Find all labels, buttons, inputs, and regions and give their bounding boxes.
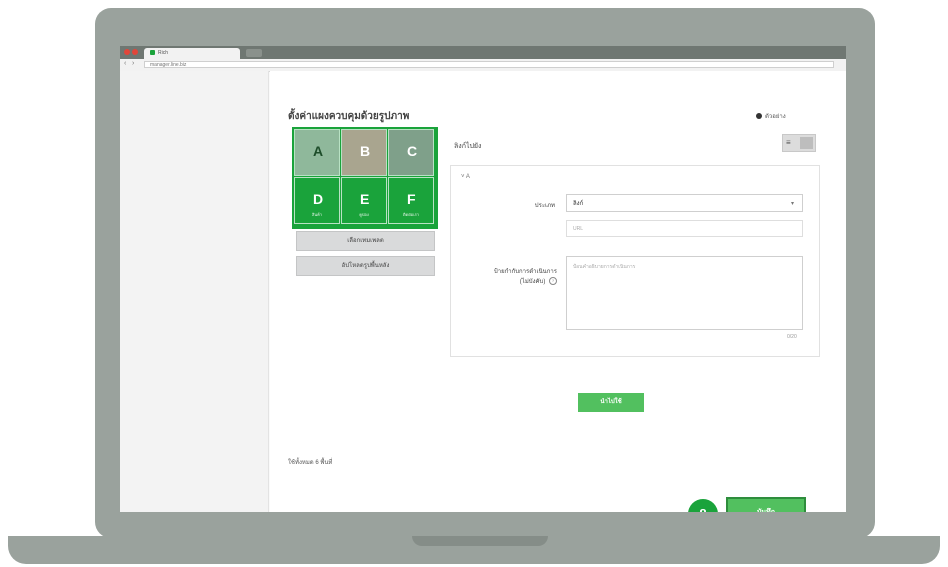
- browser-tab-title: Rich: [158, 50, 169, 56]
- browser-tabbar: Rich: [120, 46, 846, 59]
- grid-cell-c[interactable]: C: [388, 129, 434, 176]
- area-label: A: [465, 174, 470, 180]
- list-view-icon[interactable]: ≡: [786, 138, 798, 148]
- type-select-value: ลิงก์: [573, 201, 584, 207]
- cell-caption: ติดต่อเรา: [403, 212, 419, 217]
- char-counter: 0/20: [787, 334, 797, 340]
- url-field[interactable]: URL: [566, 220, 803, 237]
- close-window-icon[interactable]: [124, 49, 130, 55]
- new-tab-button[interactable]: [246, 49, 262, 57]
- chevron-down-icon: ▾: [790, 201, 794, 207]
- url-input[interactable]: manager.line.biz: [144, 61, 834, 68]
- grid-cell-d[interactable]: D สินค้า: [294, 177, 340, 224]
- select-template-button[interactable]: เลือกเทมเพลต: [296, 231, 435, 251]
- collapse-toggle[interactable]: ˅ A: [461, 174, 470, 180]
- cell-letter: E: [360, 191, 370, 207]
- cell-caption: คูปอง: [359, 212, 369, 217]
- help-icon[interactable]: ?: [549, 277, 557, 286]
- template-grid[interactable]: A B C D สินค้า E คูปอง F ติดต่อเรา: [292, 127, 438, 229]
- action-label-optional: (ไม่บังคับ): [519, 279, 546, 285]
- laptop-notch: [412, 536, 548, 546]
- save-button[interactable]: บันทึก: [726, 497, 806, 512]
- apply-button[interactable]: นำไปใช้: [578, 393, 644, 412]
- grid-cell-a[interactable]: A: [294, 129, 340, 176]
- action-label: ป้ายกำกับการดำเนินการ: [493, 269, 557, 275]
- grid-cell-e[interactable]: E คูปอง: [341, 177, 387, 224]
- minimize-window-icon[interactable]: [132, 49, 138, 55]
- forward-icon[interactable]: ›: [132, 60, 134, 67]
- preview-radio-label: ตัวอย่าง: [765, 114, 786, 120]
- action-label-textarea[interactable]: ป้อนคำอธิบายการดำเนินการ: [566, 256, 803, 330]
- action-label-text: ป้ายกำกับการดำเนินการ (ไม่บังคับ) ?: [461, 266, 557, 286]
- page-title: ตั้งค่าแผงควบคุมด้วยรูปภาพ: [288, 111, 410, 122]
- radio-selected-icon: [756, 113, 762, 120]
- footer-text: ใช้ทั้งหมด 6 พื้นที่: [288, 460, 333, 466]
- type-select[interactable]: ลิงก์ ▾: [566, 194, 803, 212]
- browser-tab[interactable]: Rich: [144, 48, 240, 59]
- browser-window: Rich ‹ › manager.line.biz ตั้งค่าแผงควบค…: [120, 46, 846, 512]
- cell-letter: C: [407, 143, 418, 159]
- cell-letter: A: [313, 143, 324, 159]
- preview-radio[interactable]: ตัวอย่าง: [756, 111, 786, 121]
- step-badge: 8: [688, 499, 718, 512]
- left-navigation: [120, 71, 269, 512]
- type-label: ประเภท: [534, 203, 555, 209]
- cell-caption: สินค้า: [311, 212, 323, 217]
- cell-letter: B: [360, 143, 371, 159]
- cell-letter: F: [407, 191, 416, 207]
- action-form: ˅ A ประเภท ลิงก์ ▾ URL ป้ายกำกับการดำเนิ…: [450, 165, 820, 357]
- grid-view-icon[interactable]: [800, 137, 813, 149]
- richmenu-editor: ตั้งค่าแผงควบคุมด้วยรูปภาพ ตัวอย่าง A B …: [270, 71, 846, 512]
- section-label: ลิงก์ไปยัง: [454, 143, 482, 150]
- view-toggle[interactable]: ≡: [782, 134, 816, 152]
- grid-cell-f[interactable]: F ติดต่อเรา: [388, 177, 434, 224]
- grid-cell-b[interactable]: B: [341, 129, 387, 176]
- back-icon[interactable]: ‹: [124, 60, 126, 67]
- upload-image-button[interactable]: อัปโหลดรูปพื้นหลัง: [296, 256, 435, 276]
- cell-letter: D: [313, 191, 324, 207]
- favicon-icon: [150, 50, 155, 56]
